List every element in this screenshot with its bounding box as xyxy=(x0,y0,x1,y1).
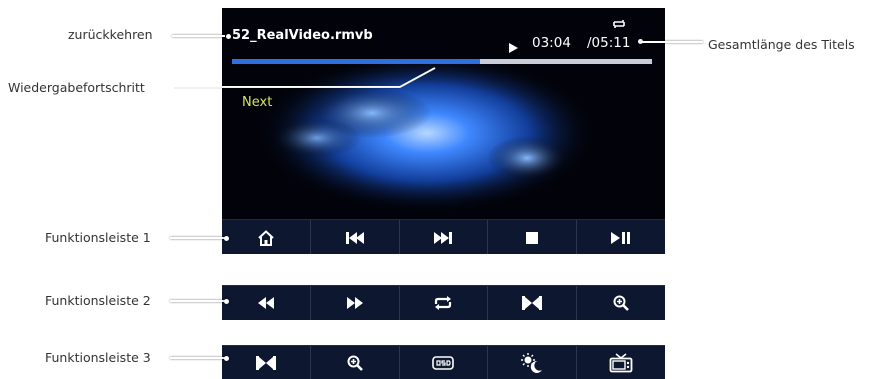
current-time: 03:04 xyxy=(532,35,571,51)
stop-icon xyxy=(526,231,539,244)
leader-toolbar-2-dot xyxy=(224,299,229,304)
brightness-button[interactable] xyxy=(488,346,578,379)
osd-button[interactable] xyxy=(400,346,489,379)
repeat-mode-icon[interactable] xyxy=(612,18,626,33)
fast-forward-button[interactable] xyxy=(311,286,400,320)
callout-total-length: Gesamtlänge des Titels xyxy=(708,37,855,52)
leader-toolbar-1 xyxy=(170,237,225,239)
aspect-ratio-button[interactable] xyxy=(488,286,578,320)
tv-button[interactable] xyxy=(577,346,665,379)
repeat-icon xyxy=(435,296,452,310)
aspect-ratio-button[interactable] xyxy=(222,346,311,379)
previous-track-button[interactable] xyxy=(311,220,400,254)
rewind-button[interactable] xyxy=(222,286,311,320)
next-track-icon xyxy=(434,231,453,244)
callout-toolbar-2: Funktionsleiste 2 xyxy=(45,293,151,308)
file-name[interactable]: 52_RealVideo.rmvb xyxy=(232,28,373,43)
zoom-icon xyxy=(613,295,629,311)
brightness-icon xyxy=(521,352,543,373)
callout-back: zurückkehren xyxy=(68,27,153,42)
callout-progress: Wiedergabefortschritt xyxy=(8,80,145,95)
play-pause-icon xyxy=(611,231,631,244)
leader-toolbar-3 xyxy=(170,357,225,359)
play-status-icon xyxy=(509,38,518,57)
leader-back xyxy=(172,35,225,37)
previous-track-icon xyxy=(345,231,364,244)
player-screen[interactable]: 52_RealVideo.rmvb 03:04 /05:11 Next xyxy=(222,8,665,254)
leader-toolbar-1-dot xyxy=(224,236,229,241)
leader-toolbar-3-dot xyxy=(224,356,229,361)
rewind-icon xyxy=(257,297,274,309)
callout-toolbar-1: Funktionsleiste 1 xyxy=(45,230,151,245)
fast-forward-icon xyxy=(346,297,363,309)
leader-back-dot xyxy=(226,34,231,39)
osd-icon xyxy=(432,355,455,370)
aspect-ratio-icon xyxy=(522,296,543,310)
leader-toolbar-2 xyxy=(170,300,225,302)
stop-button[interactable] xyxy=(488,220,578,254)
repeat-button[interactable] xyxy=(400,286,489,320)
zoom-icon xyxy=(347,355,363,371)
play-pause-button[interactable] xyxy=(577,220,665,254)
next-track-button[interactable] xyxy=(400,220,489,254)
toolbar-3 xyxy=(222,345,665,379)
toolbar-1 xyxy=(222,219,665,254)
total-time: /05:11 xyxy=(587,35,631,51)
leader-total-length xyxy=(641,41,703,43)
toolbar-2 xyxy=(222,285,665,320)
home-icon xyxy=(258,229,274,246)
zoom-button[interactable] xyxy=(311,346,400,379)
aspect-ratio-icon xyxy=(255,355,276,370)
home-button[interactable] xyxy=(222,220,311,254)
tv-icon xyxy=(609,352,633,372)
leader-progress xyxy=(174,67,436,89)
callout-toolbar-3: Funktionsleiste 3 xyxy=(45,350,151,365)
zoom-button[interactable] xyxy=(577,286,665,320)
